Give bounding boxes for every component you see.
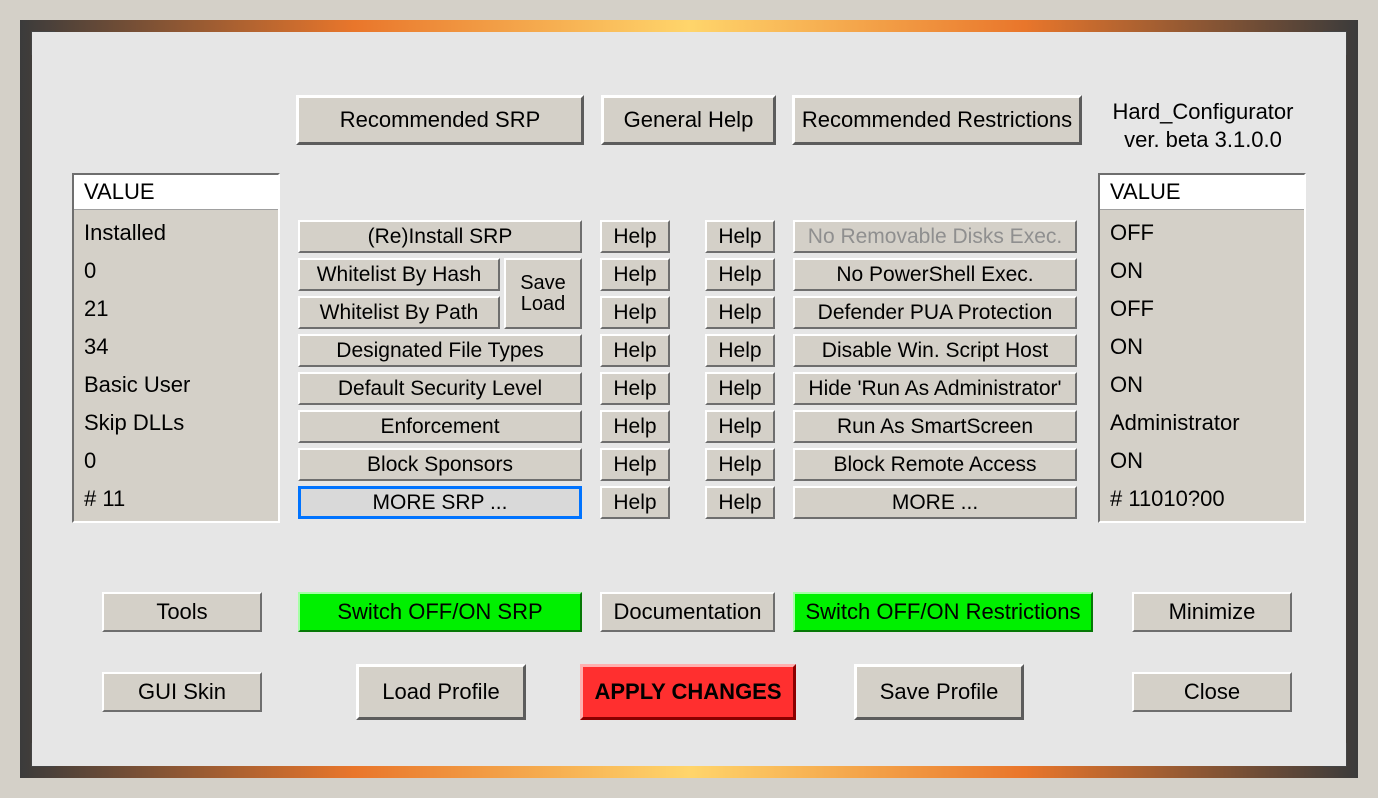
default-security-level-button[interactable]: Default Security Level [298, 372, 582, 405]
general-help-button[interactable]: General Help [601, 95, 776, 145]
app-name-label: Hard_Configurator [1098, 98, 1308, 126]
right-value-header: VALUE [1100, 175, 1304, 210]
list-item: Basic User [84, 366, 268, 404]
gui-skin-button[interactable]: GUI Skin [102, 672, 262, 712]
recommended-restrictions-button[interactable]: Recommended Restrictions [792, 95, 1082, 145]
designated-file-types-button[interactable]: Designated File Types [298, 334, 582, 367]
run-as-smartscreen-button[interactable]: Run As SmartScreen [793, 410, 1077, 443]
whitelist-by-path-button[interactable]: Whitelist By Path [298, 296, 500, 329]
help-button[interactable]: Help [705, 296, 775, 329]
list-item: ON [1110, 442, 1294, 480]
list-item: 34 [84, 328, 268, 366]
list-item: # 11 [84, 480, 268, 518]
list-item: ON [1110, 366, 1294, 404]
list-item: 0 [84, 442, 268, 480]
apply-changes-button[interactable]: APPLY CHANGES [580, 664, 796, 720]
block-sponsors-button[interactable]: Block Sponsors [298, 448, 582, 481]
app-title: Hard_Configurator ver. beta 3.1.0.0 [1098, 98, 1308, 153]
no-removable-disks-button[interactable]: No Removable Disks Exec. [793, 220, 1077, 253]
help-button[interactable]: Help [705, 410, 775, 443]
list-item: Installed [84, 214, 268, 252]
help-button[interactable]: Help [600, 448, 670, 481]
switch-restrictions-toggle-button[interactable]: Switch OFF/ON Restrictions [793, 592, 1093, 632]
left-value-header: VALUE [74, 175, 278, 210]
more-restrictions-button[interactable]: MORE ... [793, 486, 1077, 519]
app-version-label: ver. beta 3.1.0.0 [1098, 126, 1308, 154]
defender-pua-button[interactable]: Defender PUA Protection [793, 296, 1077, 329]
save-load-button[interactable]: Save Load [504, 258, 582, 329]
whitelist-by-hash-button[interactable]: Whitelist By Hash [298, 258, 500, 291]
help-button[interactable]: Help [600, 220, 670, 253]
help-button[interactable]: Help [600, 334, 670, 367]
disable-wsh-button[interactable]: Disable Win. Script Host [793, 334, 1077, 367]
list-item: 21 [84, 290, 268, 328]
help-button[interactable]: Help [705, 258, 775, 291]
close-button[interactable]: Close [1132, 672, 1292, 712]
list-item: OFF [1110, 290, 1294, 328]
help-button[interactable]: Help [705, 372, 775, 405]
help-button[interactable]: Help [600, 258, 670, 291]
help-button[interactable]: Help [600, 410, 670, 443]
list-item: 0 [84, 252, 268, 290]
help-button[interactable]: Help [600, 372, 670, 405]
help-button[interactable]: Help [600, 296, 670, 329]
minimize-button[interactable]: Minimize [1132, 592, 1292, 632]
list-item: ON [1110, 328, 1294, 366]
more-srp-button[interactable]: MORE SRP ... [298, 486, 582, 519]
help-button[interactable]: Help [705, 448, 775, 481]
list-item: OFF [1110, 214, 1294, 252]
recommended-srp-button[interactable]: Recommended SRP [296, 95, 584, 145]
no-powershell-button[interactable]: No PowerShell Exec. [793, 258, 1077, 291]
hide-runas-admin-button[interactable]: Hide 'Run As Administrator' [793, 372, 1077, 405]
documentation-button[interactable]: Documentation [600, 592, 775, 632]
list-item: Skip DLLs [84, 404, 268, 442]
enforcement-button[interactable]: Enforcement [298, 410, 582, 443]
list-item: # 11010?00 [1110, 480, 1294, 518]
help-button[interactable]: Help [705, 334, 775, 367]
block-remote-access-button[interactable]: Block Remote Access [793, 448, 1077, 481]
help-button[interactable]: Help [705, 486, 775, 519]
switch-srp-toggle-button[interactable]: Switch OFF/ON SRP [298, 592, 582, 632]
save-profile-button[interactable]: Save Profile [854, 664, 1024, 720]
list-item: ON [1110, 252, 1294, 290]
reinstall-srp-button[interactable]: (Re)Install SRP [298, 220, 582, 253]
help-button[interactable]: Help [705, 220, 775, 253]
left-value-list: VALUE Installed 0 21 34 Basic User Skip … [72, 173, 280, 523]
load-profile-button[interactable]: Load Profile [356, 664, 526, 720]
list-item: Administrator [1110, 404, 1294, 442]
help-button[interactable]: Help [600, 486, 670, 519]
right-value-list: VALUE OFF ON OFF ON ON Administrator ON … [1098, 173, 1306, 523]
tools-button[interactable]: Tools [102, 592, 262, 632]
